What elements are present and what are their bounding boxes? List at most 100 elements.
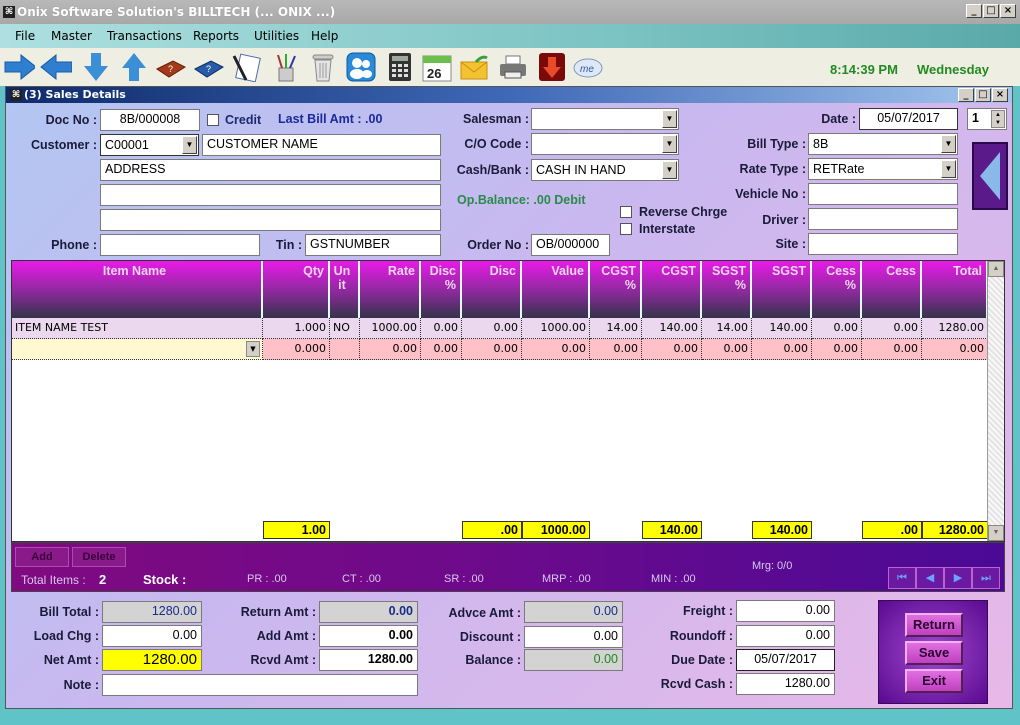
cell-disc[interactable]: 0.00 — [462, 339, 522, 360]
column-header-cess-pct[interactable]: Cess % — [812, 261, 862, 318]
cell-sgst-pct[interactable]: 0.00 — [702, 339, 752, 360]
chevron-down-icon[interactable]: ▼ — [941, 135, 956, 153]
menu-transactions[interactable]: Transactions — [107, 29, 182, 43]
arrow-left-icon[interactable] — [40, 52, 72, 82]
child-close-button[interactable]: × — [992, 88, 1008, 102]
note-field[interactable] — [102, 674, 418, 696]
help-book-blue-icon[interactable]: ? — [193, 52, 225, 82]
cell-unit[interactable]: NO — [330, 318, 360, 339]
cloud-me-icon[interactable]: me — [572, 52, 604, 82]
chevron-down-icon[interactable]: ▼ — [662, 135, 677, 153]
users-icon[interactable] — [345, 52, 377, 82]
menu-utilities[interactable]: Utilities — [254, 29, 299, 43]
cell-qty[interactable]: 0.000 — [263, 339, 330, 360]
date-field[interactable]: 05/07/2017 — [859, 108, 958, 130]
child-minimize-button[interactable]: _ — [958, 88, 974, 102]
menu-file[interactable]: File — [15, 29, 35, 43]
cell-sgst-pct[interactable]: 14.00 — [702, 318, 752, 339]
cash-bank-combo[interactable]: CASH IN HAND ▼ — [531, 159, 679, 181]
add-amt-field[interactable]: 0.00 — [319, 625, 418, 647]
arrow-down-icon[interactable] — [80, 52, 112, 82]
chevron-down-icon[interactable]: ▼ — [662, 161, 677, 179]
column-header-rate[interactable]: Rate — [360, 261, 421, 318]
phone-field[interactable] — [100, 234, 260, 256]
column-header-item-name[interactable]: Item Name — [12, 261, 263, 318]
credit-checkbox[interactable] — [207, 114, 219, 126]
discount-field[interactable]: 0.00 — [524, 626, 623, 648]
brushes-icon[interactable] — [270, 52, 302, 82]
cell-rate[interactable]: 0.00 — [360, 339, 421, 360]
cell-cgst[interactable]: 0.00 — [642, 339, 702, 360]
column-header-disc[interactable]: Disc — [462, 261, 522, 318]
customer-name-field[interactable]: CUSTOMER NAME — [202, 134, 441, 156]
child-maximize-button[interactable]: □ — [975, 88, 991, 102]
printer-icon[interactable] — [497, 52, 529, 82]
next-record-button[interactable]: ▶ — [944, 567, 972, 589]
rcvd-cash-field[interactable]: 1280.00 — [736, 673, 835, 695]
close-button[interactable]: × — [1000, 4, 1016, 18]
table-row[interactable]: ▼ 0.000 0.00 0.00 0.00 0.00 0.00 0.00 0.00 0.00 0.… — [12, 339, 988, 360]
chevron-down-icon[interactable]: ▼ — [941, 160, 956, 178]
address-line2-field[interactable] — [100, 184, 441, 206]
menu-reports[interactable]: Reports — [193, 29, 239, 43]
add-button[interactable]: Add — [15, 547, 69, 567]
cell-qty[interactable]: 1.000 — [263, 318, 330, 339]
column-header-disc-pct[interactable]: Disc % — [421, 261, 462, 318]
first-record-button[interactable]: ⏮ — [888, 567, 916, 589]
download-icon[interactable] — [536, 52, 568, 82]
spinner-arrows-icon[interactable]: ▲ ▼ — [991, 110, 1005, 128]
calculator-icon[interactable] — [384, 52, 416, 82]
menu-help[interactable]: Help — [311, 29, 338, 43]
minimize-button[interactable]: _ — [966, 4, 982, 18]
cell-unit[interactable] — [330, 339, 360, 360]
save-button[interactable]: Save — [905, 641, 963, 665]
cell-item-name[interactable]: ▼ — [12, 339, 263, 360]
collapse-panel-button[interactable] — [972, 142, 1008, 210]
chevron-down-icon[interactable]: ▼ — [246, 341, 260, 357]
calendar-icon[interactable]: 26 — [421, 52, 453, 82]
site-field[interactable] — [808, 233, 958, 255]
grid-scrollbar[interactable]: ▲ ▼ — [987, 261, 1004, 541]
delete-button[interactable]: Delete — [72, 547, 126, 567]
column-header-total[interactable]: Total — [922, 261, 988, 318]
customer-code-combo[interactable]: C00001 ▼ — [100, 134, 199, 156]
roundoff-field[interactable]: 0.00 — [736, 625, 835, 647]
return-button[interactable]: Return — [905, 613, 963, 637]
cell-disc-pct[interactable]: 0.00 — [421, 339, 462, 360]
chevron-down-icon[interactable]: ▼ — [662, 110, 677, 128]
freight-field[interactable]: 0.00 — [736, 600, 835, 622]
arrow-up-icon[interactable] — [118, 52, 150, 82]
salesman-combo[interactable]: ▼ — [531, 108, 679, 130]
table-row[interactable]: ITEM NAME TEST 1.000 NO 1000.00 0.00 0.00 1000… — [12, 318, 988, 339]
address-line3-field[interactable] — [100, 209, 441, 231]
arrow-right-icon[interactable] — [3, 52, 35, 82]
column-header-cgst-pct[interactable]: CGST % — [590, 261, 642, 318]
cell-value[interactable]: 1000.00 — [522, 318, 590, 339]
chevron-down-icon[interactable]: ▼ — [182, 136, 197, 154]
cell-disc[interactable]: 0.00 — [462, 318, 522, 339]
notes-pen-icon[interactable] — [230, 52, 262, 82]
menu-master[interactable]: Master — [51, 29, 92, 43]
column-header-qty[interactable]: Qty — [263, 261, 330, 318]
cell-total[interactable]: 0.00 — [922, 339, 988, 360]
address-line1-field[interactable]: ADDRESS — [100, 159, 441, 181]
load-chg-field[interactable]: 0.00 — [102, 625, 202, 647]
cell-sgst[interactable]: 140.00 — [752, 318, 812, 339]
prev-record-button[interactable]: ◀ — [916, 567, 944, 589]
cell-cgst-pct[interactable]: 14.00 — [590, 318, 642, 339]
scroll-up-icon[interactable]: ▲ — [988, 261, 1004, 277]
cell-cess[interactable]: 0.00 — [862, 339, 922, 360]
interstate-checkbox[interactable] — [620, 223, 632, 235]
bill-type-combo[interactable]: 8B ▼ — [808, 133, 958, 155]
cell-rate[interactable]: 1000.00 — [360, 318, 421, 339]
tin-field[interactable]: GSTNUMBER — [305, 234, 441, 256]
rate-type-combo[interactable]: RETRate ▼ — [808, 158, 958, 180]
cell-total[interactable]: 1280.00 — [922, 318, 988, 339]
rcvd-amt-field[interactable]: 1280.00 — [319, 649, 418, 671]
column-header-cgst[interactable]: CGST — [642, 261, 702, 318]
column-header-sgst-pct[interactable]: SGST % — [702, 261, 752, 318]
help-book-red-icon[interactable]: ? — [155, 52, 187, 82]
driver-field[interactable] — [808, 208, 958, 230]
cell-item-name[interactable]: ITEM NAME TEST — [12, 318, 263, 339]
doc-no-field[interactable]: 8B/000008 — [100, 109, 200, 131]
